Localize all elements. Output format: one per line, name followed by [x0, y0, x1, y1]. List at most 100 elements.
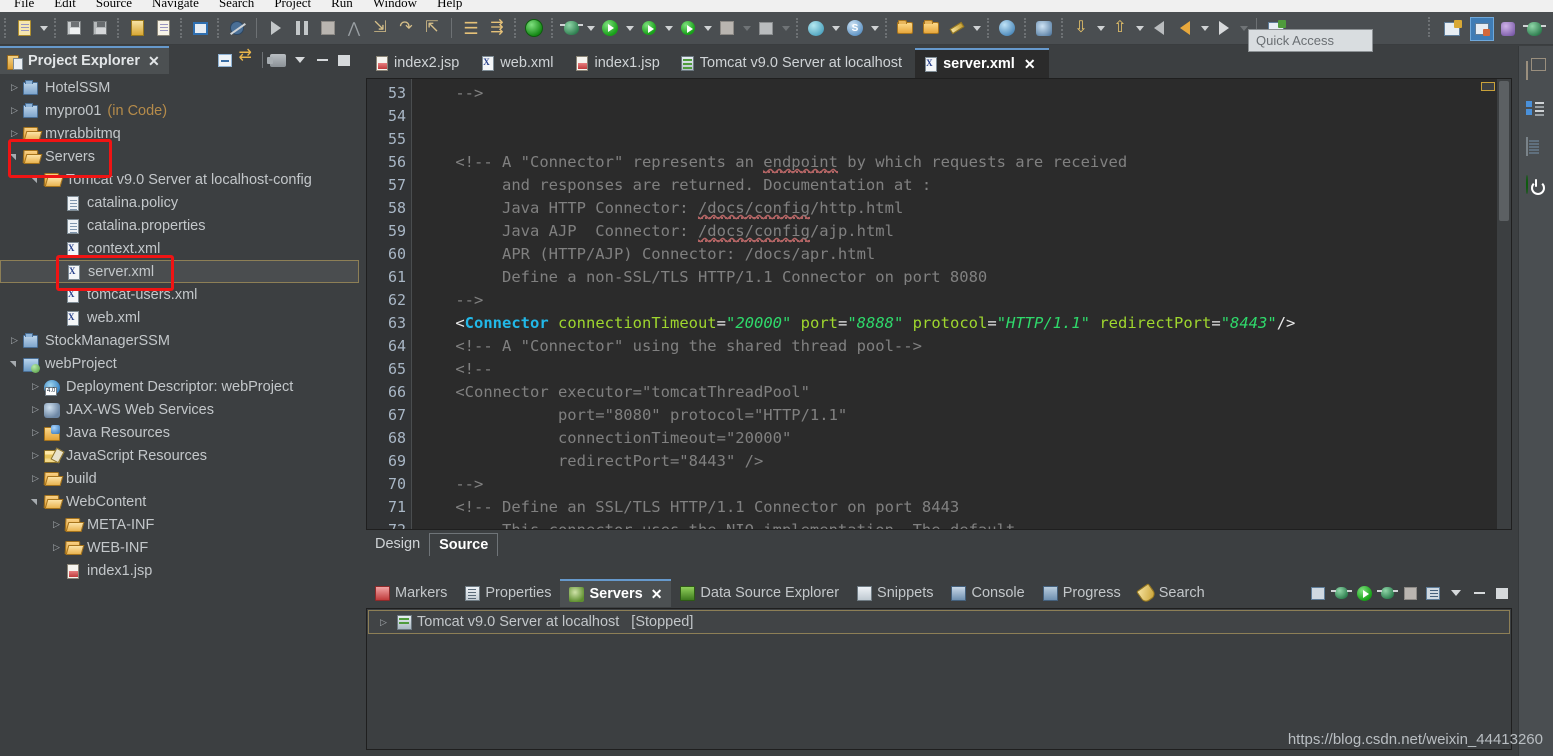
back-dropdown-icon[interactable] — [1198, 17, 1211, 39]
new-wizard-dropdown-icon[interactable] — [37, 17, 50, 39]
bottom-tab-properties[interactable]: Properties — [456, 579, 560, 607]
chevron-right-icon[interactable] — [8, 127, 21, 140]
stop-icon[interactable] — [715, 16, 739, 40]
menu-item-search[interactable]: Search — [209, 0, 264, 12]
debug-perspective-icon[interactable] — [1522, 17, 1546, 41]
code-line[interactable]: This connector uses the NIO implementati… — [412, 519, 1511, 529]
code-line[interactable] — [412, 105, 1511, 128]
start-server-icon[interactable] — [1354, 583, 1374, 603]
code-line[interactable]: and responses are returned. Documentatio… — [412, 174, 1511, 197]
code-line[interactable]: --> — [412, 289, 1511, 312]
chevron-right-icon[interactable] — [29, 449, 42, 462]
run-icon[interactable] — [598, 16, 622, 40]
menu-item-source[interactable]: Source — [86, 0, 142, 12]
chevron-down-icon[interactable] — [8, 357, 21, 370]
bottom-tab-servers[interactable]: Servers ✕ — [560, 579, 672, 607]
restore-icon[interactable] — [1526, 61, 1546, 82]
bottom-tab-markers[interactable]: Markers — [366, 579, 456, 607]
run-as-server-dropdown-icon[interactable] — [662, 17, 675, 39]
code-line[interactable]: <!-- Define an SSL/TLS HTTP/1.1 Connecto… — [412, 496, 1511, 519]
outline-icon[interactable] — [1526, 100, 1546, 120]
step-into-icon[interactable]: ⇲ — [368, 16, 392, 40]
code-line[interactable]: connectionTimeout="20000" — [412, 427, 1511, 450]
server-row[interactable]: Tomcat v9.0 Server at localhost [Stopped] — [368, 610, 1510, 634]
print-icon[interactable] — [125, 16, 149, 40]
link-with-editor-icon[interactable] — [237, 48, 257, 70]
editor-tab-web-xml[interactable]: Xweb.xml — [472, 48, 566, 78]
code-line[interactable]: port="8080" protocol="HTTP/1.1" — [412, 404, 1511, 427]
editor-tab-index1-jsp[interactable]: index1.jsp — [566, 48, 672, 78]
menu-item-help[interactable]: Help — [427, 0, 472, 12]
close-icon[interactable]: ✕ — [651, 586, 663, 603]
tree-item-jax-ws-web-services[interactable]: JAX-WS Web Services — [0, 398, 359, 421]
editor-view-tab-design[interactable]: Design — [366, 533, 429, 556]
tree-item-web-inf[interactable]: WEB-INF — [0, 536, 359, 559]
pencil-dropdown-icon[interactable] — [970, 17, 983, 39]
code-editor[interactable]: 53 54 55 56 57 58 59 60 61 62 63 64 65 66 67 68 69 70 71 72… — [366, 78, 1512, 530]
terminate-icon[interactable] — [316, 16, 340, 40]
new-spring-dropdown-icon[interactable] — [868, 17, 881, 39]
code-line[interactable]: redirectPort="8443" /> — [412, 450, 1511, 473]
menu-item-file[interactable]: File — [4, 0, 44, 12]
debug-icon[interactable] — [559, 16, 583, 40]
tree-item-web-xml[interactable]: Xweb.xml — [0, 306, 359, 329]
code-line[interactable]: <!-- — [412, 358, 1511, 381]
next-annotation-dropdown-icon[interactable] — [1094, 17, 1107, 39]
new-server-icon[interactable] — [1308, 583, 1328, 603]
tree-item-webcontent[interactable]: WebContent — [0, 490, 359, 513]
chevron-right-icon[interactable] — [377, 616, 390, 629]
new-web-project-icon[interactable] — [804, 16, 828, 40]
editor-view-tab-source[interactable]: Source — [429, 533, 499, 556]
chevron-right-icon[interactable] — [29, 472, 42, 485]
menu-item-run[interactable]: Run — [321, 0, 363, 12]
scrollbar-thumb[interactable] — [1499, 81, 1509, 221]
code-line[interactable]: --> — [412, 473, 1511, 496]
pencil-icon[interactable] — [945, 16, 969, 40]
new-wizard-icon[interactable] — [12, 16, 36, 40]
view-menu-icon[interactable] — [267, 50, 288, 70]
maximize-icon[interactable] — [1492, 583, 1512, 603]
debug-server-icon[interactable] — [1330, 583, 1352, 603]
tree-item-index1-jsp[interactable]: index1.jsp — [0, 559, 359, 582]
export-icon[interactable] — [151, 16, 175, 40]
servers-list[interactable]: Tomcat v9.0 Server at localhost [Stopped] — [366, 608, 1512, 750]
chevron-down-icon[interactable] — [8, 150, 21, 163]
collapse-all-icon[interactable] — [215, 50, 235, 70]
close-icon[interactable]: ✕ — [148, 53, 160, 70]
chevron-right-icon[interactable] — [8, 334, 21, 347]
previous-annotation-icon[interactable]: ⇧ — [1108, 16, 1132, 40]
chevron-right-icon[interactable] — [29, 426, 42, 439]
code-line[interactable]: <Connector connectionTimeout="20000" por… — [412, 312, 1511, 335]
code-line[interactable]: <!-- A "Connector" using the shared thre… — [412, 335, 1511, 358]
profile-server-icon[interactable] — [1376, 583, 1398, 603]
disconnect-icon[interactable]: ⋀ — [342, 16, 366, 40]
tree-item-tomcat-users-xml[interactable]: Xtomcat-users.xml — [0, 283, 359, 306]
save-icon[interactable] — [62, 16, 86, 40]
new-spring-icon[interactable]: S — [843, 16, 867, 40]
run-as-server-icon[interactable] — [637, 16, 661, 40]
skip-all-breakpoints-icon[interactable] — [225, 16, 249, 40]
tree-item-catalina-policy[interactable]: catalina.policy — [0, 191, 359, 214]
editor-tab-server-xml[interactable]: Xserver.xml ✕ — [915, 48, 1049, 78]
code-line[interactable]: Java AJP Connector: /docs/config/ajp.htm… — [412, 220, 1511, 243]
java-ee-perspective-icon[interactable] — [1470, 17, 1494, 41]
tree-item-meta-inf[interactable]: META-INF — [0, 513, 359, 536]
close-icon[interactable]: ✕ — [1024, 56, 1036, 73]
tree-item-webproject[interactable]: webProject — [0, 352, 359, 375]
tree-item-catalina-properties[interactable]: catalina.properties — [0, 214, 359, 237]
editor-vertical-scrollbar[interactable] — [1497, 79, 1511, 529]
start-server-icon[interactable] — [522, 16, 546, 40]
forward-arrow-icon[interactable] — [1212, 16, 1236, 40]
maximize-icon[interactable] — [334, 50, 354, 70]
tree-item-server-xml[interactable]: Xserver.xml — [0, 260, 359, 283]
open-external-icon[interactable] — [754, 16, 778, 40]
tree-item-deployment-descriptor-webproject[interactable]: Deployment Descriptor: webProject — [0, 375, 359, 398]
quick-access-input[interactable]: Quick Access — [1248, 29, 1373, 52]
document-icon[interactable] — [1526, 137, 1546, 158]
tab-project-explorer[interactable]: Project Explorer ✕ — [0, 46, 169, 74]
next-annotation-icon[interactable]: ⇩ — [1069, 16, 1093, 40]
menu-item-edit[interactable]: Edit — [44, 0, 86, 12]
minimize-icon[interactable] — [312, 50, 332, 70]
tree-item-build[interactable]: build — [0, 467, 359, 490]
tree-item-myrabbitmq[interactable]: myrabbitmq — [0, 122, 359, 145]
